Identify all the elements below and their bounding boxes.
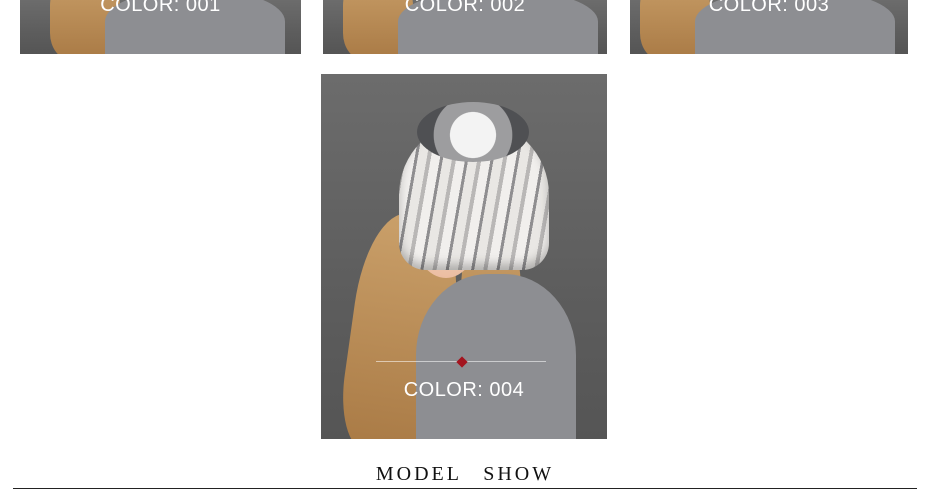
product-card-004[interactable]: COLOR: 004 <box>321 74 607 439</box>
color-label: COLOR: 003 <box>708 0 830 16</box>
section-title: MODEL SHOW <box>375 463 555 485</box>
color-label: COLOR: 004 <box>403 379 525 401</box>
model-sweater <box>416 274 576 439</box>
fur-hat-top <box>417 102 529 162</box>
color-label: COLOR: 002 <box>404 0 526 16</box>
section-divider <box>13 488 917 489</box>
product-card-002[interactable]: COLOR: 002 <box>323 0 607 54</box>
product-card-003[interactable]: COLOR: 003 <box>630 0 908 54</box>
color-label: COLOR: 001 <box>100 0 221 16</box>
product-card-001[interactable]: COLOR: 001 <box>20 0 301 54</box>
